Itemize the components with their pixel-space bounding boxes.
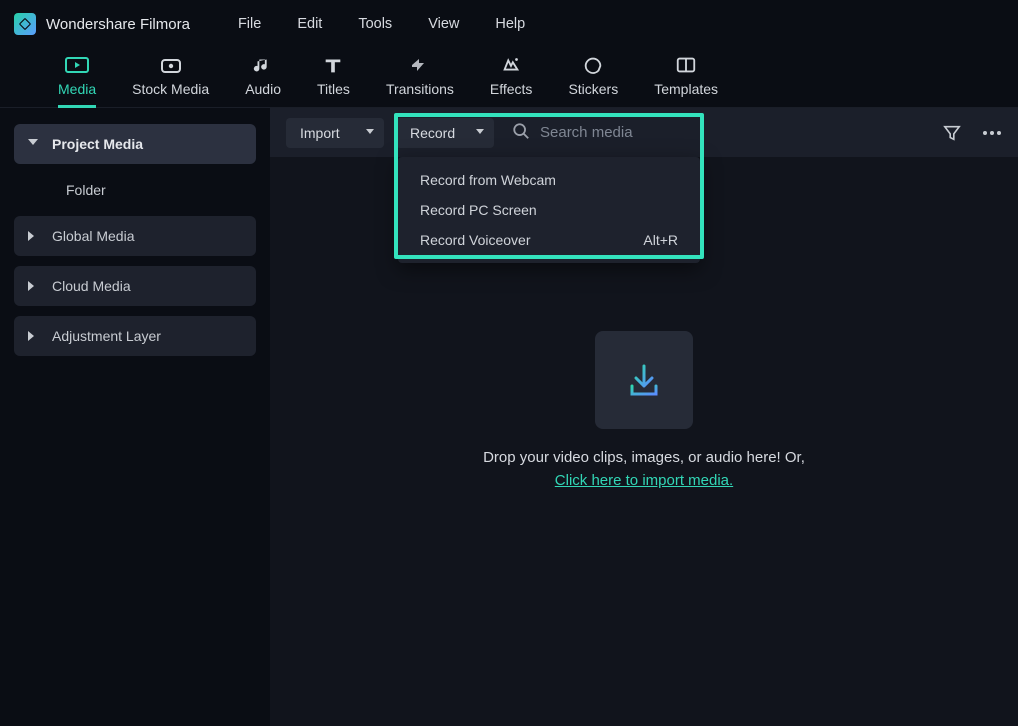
tab-stickers[interactable]: Stickers	[550, 55, 636, 107]
toolbar-right	[942, 123, 1002, 143]
tab-label: Stock Media	[132, 81, 209, 97]
drop-text: Drop your video clips, images, or audio …	[483, 447, 805, 492]
menu-help[interactable]: Help	[495, 16, 525, 32]
tab-label: Effects	[490, 81, 533, 97]
main-panel: Import Record	[270, 108, 1018, 726]
tab-transitions[interactable]: Transitions	[368, 55, 472, 107]
menu-item-label: Record Voiceover	[420, 232, 531, 248]
sidebar-item-global-media[interactable]: Global Media	[14, 216, 256, 256]
brand-logo-icon	[14, 13, 36, 35]
sidebar: Project Media Folder Global Media Cloud …	[0, 108, 270, 726]
tab-effects[interactable]: Effects	[472, 55, 551, 107]
sidebar-item-label: Project Media	[52, 136, 143, 152]
sidebar-item-label: Folder	[66, 182, 106, 198]
sidebar-item-label: Cloud Media	[52, 278, 131, 294]
tab-label: Titles	[317, 81, 350, 97]
sidebar-item-cloud-media[interactable]: Cloud Media	[14, 266, 256, 306]
media-icon	[64, 55, 90, 75]
chevron-down-icon	[366, 129, 374, 137]
chevron-right-icon	[28, 331, 38, 341]
menu-tools[interactable]: Tools	[358, 16, 392, 32]
record-pc-screen[interactable]: Record PC Screen	[398, 195, 700, 225]
menu-item-label: Record PC Screen	[420, 202, 537, 218]
chevron-right-icon	[28, 231, 38, 241]
effects-icon	[498, 55, 524, 75]
tab-audio[interactable]: Audio	[227, 55, 299, 107]
drop-line1: Drop your video clips, images, or audio …	[483, 449, 805, 466]
tab-templates[interactable]: Templates	[636, 55, 736, 107]
import-tile[interactable]	[595, 331, 693, 429]
chevron-down-icon	[28, 139, 38, 149]
more-options-icon[interactable]	[982, 123, 1002, 143]
sidebar-item-label: Global Media	[52, 228, 135, 244]
menu-file[interactable]: File	[238, 16, 261, 32]
sidebar-item-label: Adjustment Layer	[52, 328, 161, 344]
sidebar-item-project-media[interactable]: Project Media	[14, 124, 256, 164]
import-dropdown[interactable]: Import	[286, 118, 384, 148]
tab-label: Audio	[245, 81, 281, 97]
sidebar-item-folder[interactable]: Folder	[14, 174, 256, 206]
main-tabs: Media Stock Media Audio Titles Transitio…	[0, 48, 1018, 108]
stickers-icon	[580, 55, 606, 75]
search-icon	[512, 122, 530, 143]
tab-label: Templates	[654, 81, 718, 97]
audio-icon	[250, 55, 276, 75]
titles-icon	[320, 55, 346, 75]
sidebar-item-adjustment-layer[interactable]: Adjustment Layer	[14, 316, 256, 356]
record-from-webcam[interactable]: Record from Webcam	[398, 165, 700, 195]
menubar: File Edit Tools View Help	[238, 16, 525, 32]
tab-label: Media	[58, 81, 96, 97]
menu-item-shortcut: Alt+R	[643, 232, 678, 248]
chevron-right-icon	[28, 281, 38, 291]
content-row: Project Media Folder Global Media Cloud …	[0, 108, 1018, 726]
download-icon	[620, 356, 668, 404]
chevron-down-icon	[476, 129, 484, 137]
tab-label: Stickers	[568, 81, 618, 97]
menu-item-label: Record from Webcam	[420, 172, 556, 188]
record-dropdown[interactable]: Record	[396, 118, 494, 148]
transitions-icon	[407, 55, 433, 75]
menu-view[interactable]: View	[428, 16, 459, 32]
tab-media[interactable]: Media	[40, 55, 114, 107]
tab-stock-media[interactable]: Stock Media	[114, 55, 227, 107]
tab-titles[interactable]: Titles	[299, 55, 368, 107]
toolbar: Import Record	[270, 108, 1018, 157]
record-label: Record	[410, 125, 455, 141]
title-bar: Wondershare Filmora File Edit Tools View…	[0, 0, 1018, 48]
app-name: Wondershare Filmora	[46, 16, 190, 33]
search-wrap	[506, 122, 686, 143]
record-voiceover[interactable]: Record Voiceover Alt+R	[398, 225, 700, 255]
menu-edit[interactable]: Edit	[297, 16, 322, 32]
stock-media-icon	[158, 55, 184, 75]
record-menu: Record from Webcam Record PC Screen Reco…	[398, 157, 700, 263]
import-media-link[interactable]: Click here to import media.	[555, 472, 733, 489]
filter-icon[interactable]	[942, 123, 962, 143]
tab-label: Transitions	[386, 81, 454, 97]
brand: Wondershare Filmora	[14, 13, 190, 35]
templates-icon	[673, 55, 699, 75]
search-input[interactable]	[540, 124, 680, 141]
import-label: Import	[300, 125, 340, 141]
